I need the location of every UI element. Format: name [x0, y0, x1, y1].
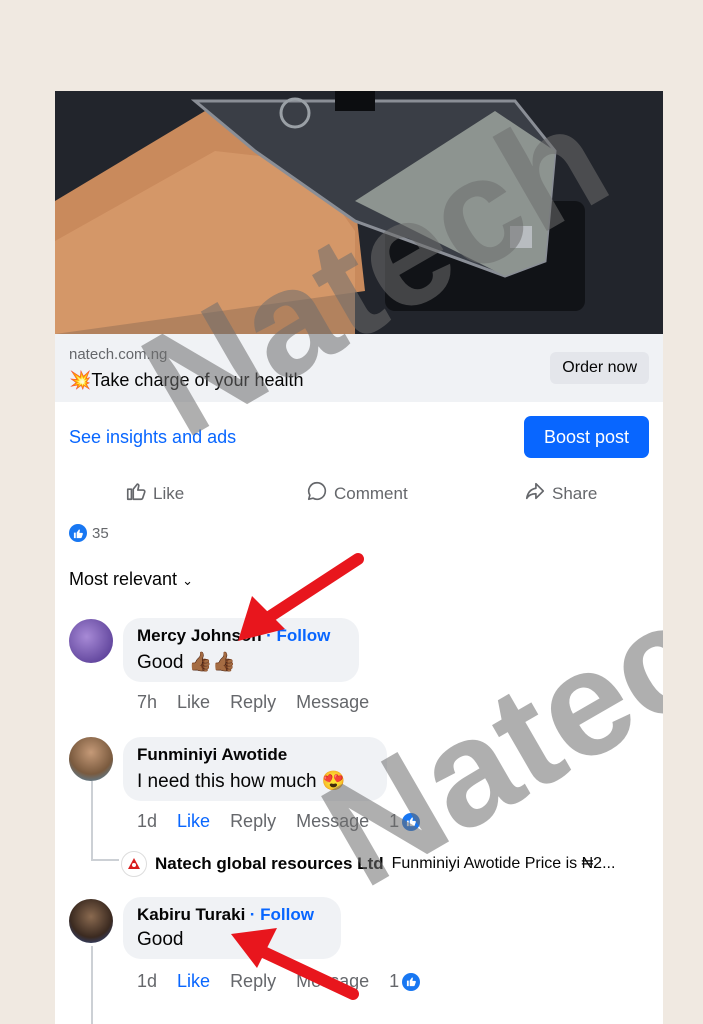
comment-meta: 7h Like Reply Message	[137, 692, 369, 713]
like-reaction-icon	[402, 812, 421, 831]
comment-meta: 1d Like Reply Message 1	[137, 971, 421, 992]
like-button[interactable]: Like	[125, 480, 184, 507]
comment-reply-button[interactable]: Reply	[230, 692, 276, 713]
thread-connector	[91, 859, 119, 861]
comment-bubble: Mercy Johnson · Follow Good 👍🏾👍🏾	[123, 618, 359, 682]
comment-reaction-count: 1	[389, 811, 400, 831]
reply-author[interactable]: Natech global resources Ltd	[155, 854, 384, 874]
comment-like-button[interactable]: Like	[177, 692, 210, 713]
like-reaction-icon	[402, 972, 421, 991]
chevron-down-icon: ⌄	[182, 573, 193, 588]
comment-text: I need this how much 😍	[137, 771, 346, 792]
like-reaction-icon	[69, 524, 87, 542]
comment-reply-button[interactable]: Reply	[230, 811, 276, 832]
like-label: Like	[153, 483, 185, 503]
comment-reaction[interactable]: 1	[389, 811, 421, 832]
order-now-button[interactable]: Order now	[550, 352, 649, 384]
avatar[interactable]	[69, 619, 113, 663]
comment-message-button[interactable]: Message	[296, 692, 369, 713]
comment-label: Comment	[334, 483, 408, 503]
avatar[interactable]	[69, 899, 113, 943]
avatar[interactable]	[69, 737, 113, 781]
commenter-name[interactable]: Funminiyi Awotide	[137, 745, 373, 765]
boost-post-button[interactable]: Boost post	[524, 416, 649, 458]
comment-message-button[interactable]: Message	[296, 811, 369, 832]
link-headline: 💥Take charge of your health	[69, 370, 304, 390]
share-label: Share	[552, 483, 598, 503]
reply-text: Funminiyi Awotide Price is ₦2...	[391, 855, 616, 872]
page-logo-icon	[121, 851, 147, 877]
comment-like-button[interactable]: Like	[177, 971, 210, 992]
smartwatch-wrist-image	[55, 91, 663, 334]
comment-bubble: Funminiyi Awotide I need this how much 😍	[123, 737, 387, 801]
follow-button[interactable]: · Follow	[250, 905, 314, 924]
comment-time: 7h	[137, 692, 158, 712]
share-button[interactable]: Share	[524, 480, 597, 507]
thumbs-up-icon	[125, 480, 147, 507]
comment-sort-dropdown[interactable]: Most relevant ⌄	[69, 569, 193, 590]
comment-reaction-count: 1	[389, 971, 400, 991]
thread-line	[91, 781, 93, 861]
sort-label: Most relevant	[69, 569, 178, 589]
comment-message-button[interactable]: Message	[296, 971, 369, 992]
product-photo[interactable]	[55, 91, 663, 334]
see-insights-link[interactable]: See insights and ads	[69, 427, 236, 448]
follow-button[interactable]: · Follow	[266, 626, 330, 645]
comment-reply-button[interactable]: Reply	[230, 971, 276, 992]
comment-button[interactable]: Comment	[306, 480, 408, 507]
comment-bubble: Kabiru Turaki · Follow Good	[123, 897, 341, 959]
link-preview[interactable]: natech.com.ng 💥Take charge of your healt…	[55, 334, 663, 402]
reply-preview[interactable]: Natech global resources Ltd Funminiyi Aw…	[121, 851, 615, 877]
commenter-name[interactable]: Kabiru Turaki	[137, 905, 245, 924]
reaction-summary[interactable]: 35	[69, 524, 109, 542]
comment-reaction[interactable]: 1	[389, 971, 421, 992]
comment-time: 1d	[137, 811, 158, 831]
comment-text: Good	[137, 929, 184, 950]
comment-like-button[interactable]: Like	[177, 811, 210, 832]
comment-icon	[306, 480, 328, 507]
comment-meta: 1d Like Reply Message 1	[137, 811, 421, 832]
post-card: natech.com.ng 💥Take charge of your healt…	[55, 91, 663, 1024]
reaction-count: 35	[92, 524, 109, 542]
comment-text: Good 👍🏾👍🏾	[137, 652, 237, 673]
link-domain: natech.com.ng	[69, 346, 168, 363]
commenter-name[interactable]: Mercy Johnson	[137, 626, 262, 645]
comment-time: 1d	[137, 971, 158, 991]
share-icon	[524, 480, 546, 507]
thread-line	[91, 946, 93, 1024]
